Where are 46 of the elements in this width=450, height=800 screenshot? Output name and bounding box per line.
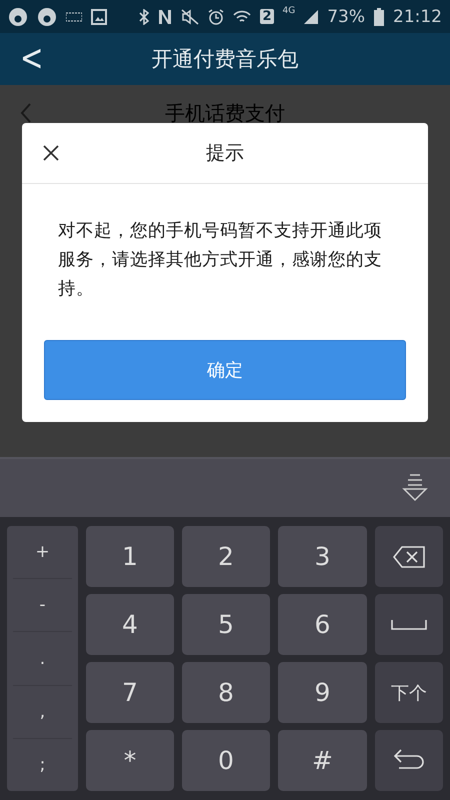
number-key[interactable]: * (86, 730, 174, 791)
app-icon (8, 6, 28, 26)
space-icon (391, 618, 427, 630)
signal-icon (304, 10, 318, 24)
back-button[interactable]: < (14, 36, 50, 79)
number-key[interactable]: 7 (86, 662, 174, 723)
backspace-icon (393, 546, 425, 568)
clock: 21:12 (393, 6, 442, 26)
symbol-key[interactable]: + (13, 526, 72, 580)
keyboard-icon (66, 12, 82, 22)
space-key[interactable] (375, 594, 443, 655)
section-title: 手机话费支付 (165, 101, 285, 125)
alarm-icon (208, 8, 224, 24)
dialog-message: 对不起，您的手机号码暂不支持开通此项服务，请选择其他方式开通，感谢您的支持。 (58, 220, 383, 301)
nfc-icon (158, 8, 172, 24)
number-key[interactable]: 6 (278, 594, 367, 655)
network-type: 4G (282, 6, 296, 16)
number-key[interactable]: # (278, 730, 367, 791)
page-title: 开通付费音乐包 (152, 46, 298, 73)
close-button[interactable] (42, 144, 60, 162)
number-key[interactable]: 4 (86, 594, 174, 655)
number-key[interactable]: 3 (278, 526, 367, 587)
sim-badge: 2 (260, 9, 274, 24)
symbol-key[interactable]: - (13, 579, 72, 632)
wifi-icon (233, 8, 252, 24)
next-key[interactable]: 下个 (375, 662, 443, 723)
hide-keyboard-icon[interactable] (402, 474, 428, 502)
symbol-key[interactable]: , (13, 686, 72, 739)
confirm-button[interactable]: 确定 (44, 340, 406, 400)
number-key[interactable]: 5 (182, 594, 270, 655)
number-key[interactable]: 0 (182, 730, 270, 791)
number-key[interactable]: 2 (182, 526, 270, 587)
app-icon (37, 6, 57, 26)
number-key[interactable]: 1 (86, 526, 174, 587)
enter-key[interactable] (375, 730, 443, 791)
number-key[interactable]: 8 (182, 662, 270, 723)
number-key[interactable]: 9 (278, 662, 367, 723)
symbol-key[interactable]: . (13, 632, 72, 686)
battery-icon (374, 8, 384, 26)
battery-percent: 73% (327, 6, 365, 26)
backspace-key[interactable] (375, 526, 443, 587)
mute-icon (181, 8, 200, 24)
symbol-key[interactable]: ; (13, 738, 72, 792)
dialog-title: 提示 (206, 141, 244, 166)
bluetooth-icon (139, 8, 150, 24)
image-icon (91, 8, 107, 24)
